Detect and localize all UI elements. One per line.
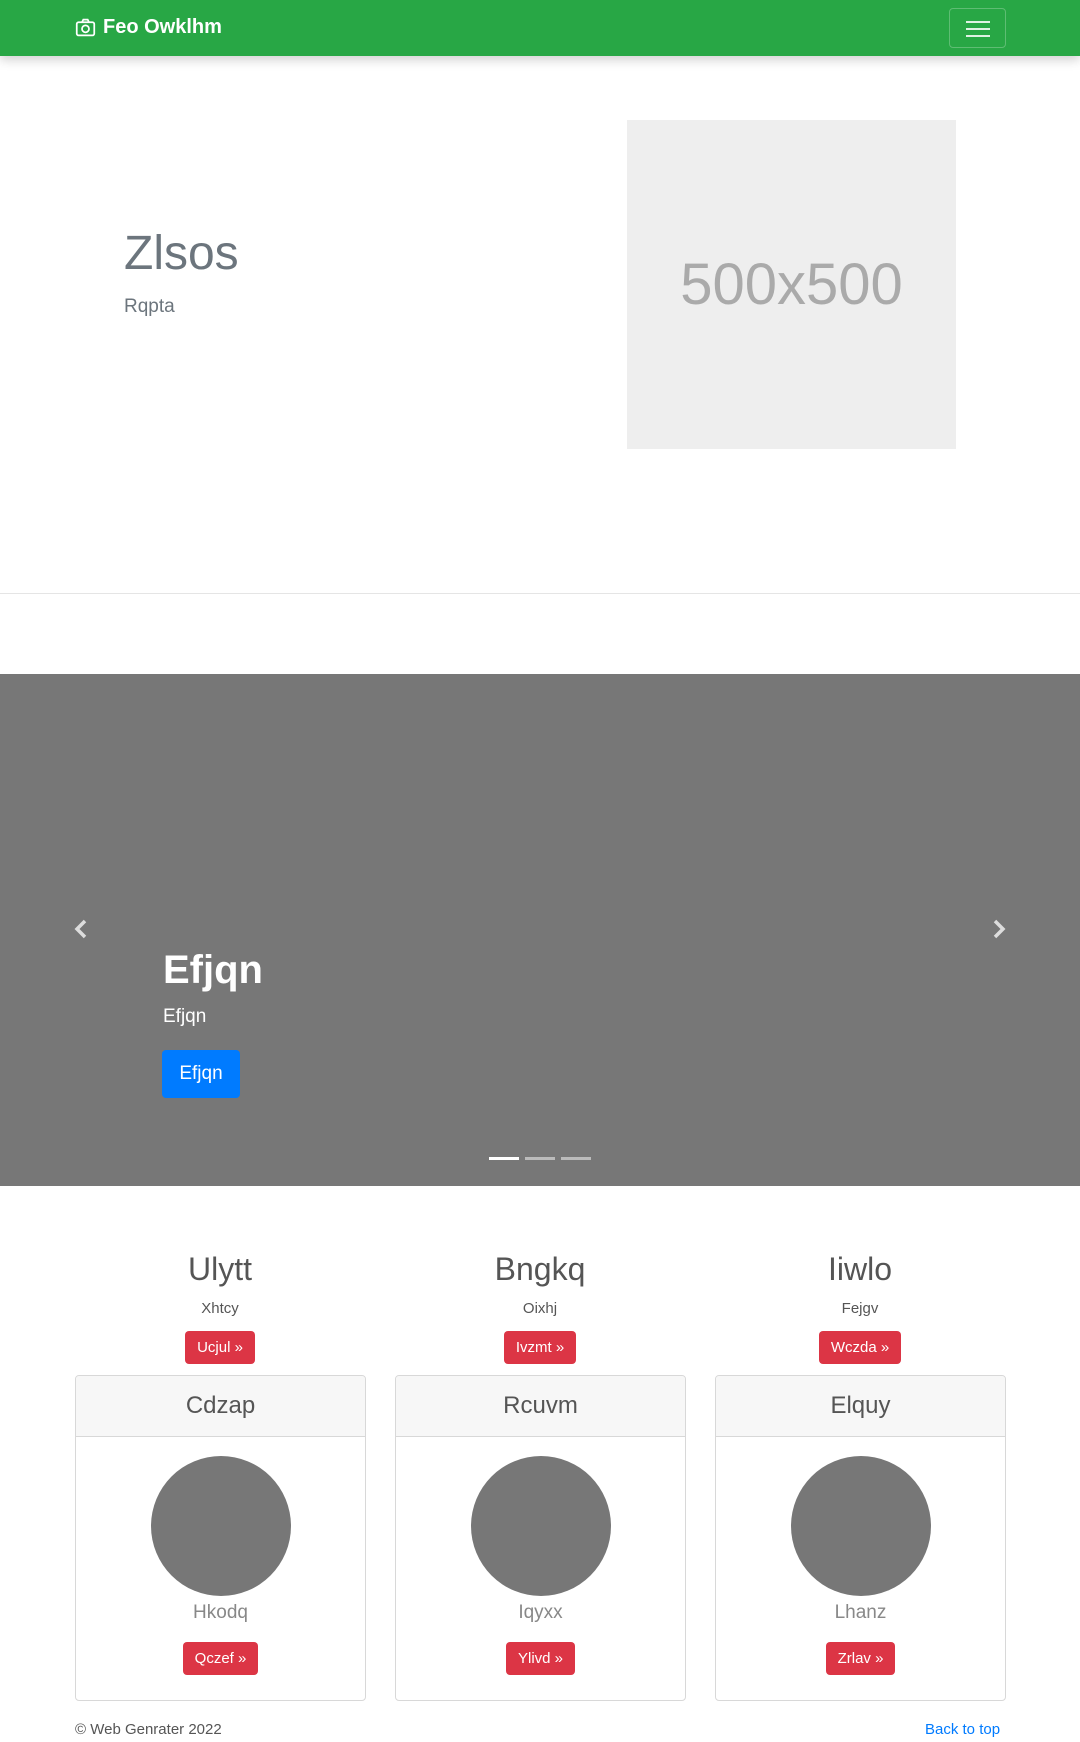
carousel-indicator[interactable] (525, 1157, 555, 1160)
avatar (790, 1456, 931, 1596)
column-button[interactable]: Wczda » (818, 1331, 902, 1365)
carousel: Efjqn Efjqn Efjqn (0, 674, 1080, 1186)
card-button[interactable]: Zrlav » (825, 1642, 896, 1675)
footer-copyright: © Web Genrater 2022 (75, 1721, 222, 1738)
navbar-toggler-button[interactable] (949, 8, 1006, 48)
chevron-left-icon[interactable] (66, 914, 96, 944)
placeholder-label: 500x500 (680, 252, 903, 317)
chevron-right-icon[interactable] (984, 914, 1014, 944)
divider (0, 593, 1080, 594)
card-header: Elquy (716, 1376, 1005, 1437)
carousel-indicator[interactable] (561, 1157, 591, 1160)
column-button[interactable]: Ivzmt » (503, 1331, 577, 1365)
profile-card: Rcuvm Iqyxx Ylivd » (395, 1375, 686, 1701)
card-text: Hkodq (193, 1602, 248, 1623)
carousel-caption-title: Efjqn (163, 948, 263, 992)
card-text: Lhanz (834, 1602, 887, 1623)
card-text: Iqyxx (518, 1602, 563, 1623)
column-title: Ulytt (188, 1251, 252, 1287)
card-button[interactable]: Qczef » (182, 1642, 259, 1675)
brand-link[interactable]: Feo Owklhm (75, 16, 222, 39)
hero-image-placeholder: 500x500 (627, 120, 956, 449)
brand-name: Feo Owklhm (103, 16, 222, 38)
card-header: Cdzap (76, 1376, 365, 1437)
carousel-caption-button[interactable]: Efjqn (162, 1050, 240, 1098)
card-header: Rcuvm (396, 1376, 685, 1437)
column-text: Oixhj (522, 1300, 558, 1318)
avatar (150, 1456, 291, 1596)
column-title: Bngkq (494, 1251, 586, 1287)
carousel-caption-text: Efjqn (163, 1006, 207, 1027)
carousel-indicator[interactable] (489, 1157, 519, 1160)
column-text: Fejgv (841, 1300, 879, 1318)
column-button[interactable]: Ucjul » (185, 1331, 255, 1365)
profile-card: Cdzap Hkodq Qczef » (75, 1375, 366, 1701)
hamburger-icon (966, 21, 990, 23)
avatar (470, 1456, 611, 1596)
card-button[interactable]: Ylivd » (505, 1642, 576, 1675)
profile-card: Elquy Lhanz Zrlav » (715, 1375, 1006, 1701)
camera-icon (75, 18, 96, 37)
feature-column: Iiwlo Fejgv Wczda » (715, 1250, 1005, 1365)
carousel-indicators (489, 1157, 591, 1160)
column-title: Iiwlo (827, 1251, 892, 1287)
feature-column: Ulytt Xhtcy Ucjul » (75, 1250, 365, 1365)
feature-column: Bngkq Oixhj Ivzmt » (395, 1250, 685, 1365)
navbar: Feo Owklhm (0, 0, 1080, 56)
column-text: Xhtcy (201, 1300, 239, 1318)
hero-subtitle: Rqpta (124, 296, 175, 317)
back-to-top-link[interactable]: Back to top (925, 1721, 1000, 1738)
hero-title: Zlsos (124, 227, 239, 280)
